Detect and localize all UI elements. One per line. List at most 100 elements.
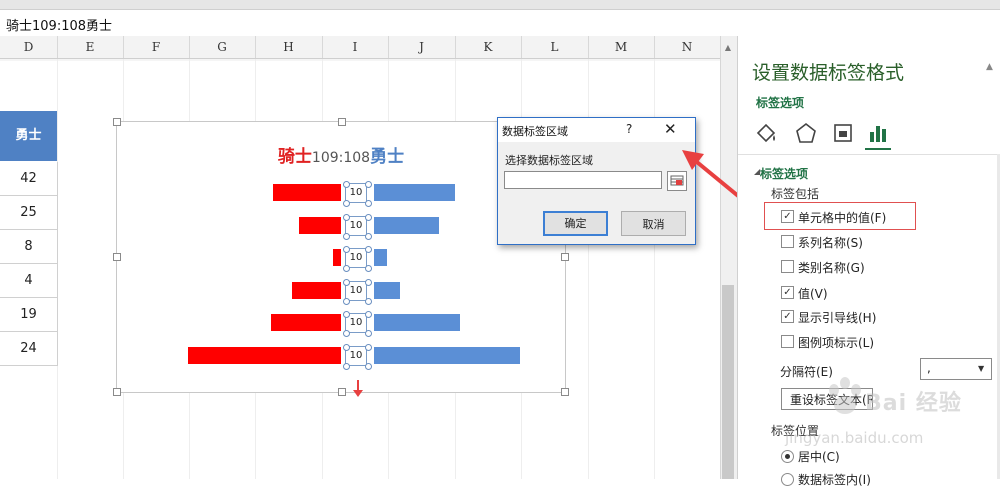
label-handle[interactable]	[365, 278, 372, 286]
bar-left-series[interactable]	[291, 281, 341, 299]
data-cell[interactable]: 25	[0, 196, 58, 230]
label-handle[interactable]	[343, 213, 350, 221]
column-header-row: D E F G H I J K L M N	[0, 36, 721, 59]
label-handle[interactable]	[343, 363, 350, 370]
close-icon[interactable]: ✕	[664, 120, 677, 138]
checkbox[interactable]	[781, 235, 794, 248]
data-cell[interactable]: 42	[0, 162, 58, 196]
label-handle[interactable]	[365, 297, 372, 305]
label-handle[interactable]	[365, 311, 372, 319]
label-handle[interactable]	[365, 265, 372, 273]
dialog-titlebar[interactable]: 数据标签区域 ? ✕	[498, 118, 695, 142]
bar-right-series[interactable]	[374, 184, 455, 201]
label-handle[interactable]	[365, 200, 372, 207]
label-handle[interactable]	[343, 297, 350, 305]
label-handle[interactable]	[343, 265, 350, 273]
resize-handle[interactable]	[338, 388, 346, 396]
bar-right-series[interactable]	[374, 314, 460, 332]
label-handle[interactable]	[343, 232, 350, 240]
resize-handle[interactable]	[561, 253, 569, 261]
separator-value: ,	[927, 361, 931, 375]
column-header-f[interactable]: F	[123, 36, 190, 58]
help-icon[interactable]: ?	[626, 122, 632, 136]
label-handle[interactable]	[365, 330, 372, 338]
data-cell[interactable]: 8	[0, 230, 58, 264]
resize-handle[interactable]	[113, 388, 121, 396]
label-options-tab[interactable]: 标签选项	[756, 94, 804, 111]
grid-row-line	[0, 59, 720, 61]
ok-button[interactable]: 确定	[543, 211, 608, 236]
resize-handle[interactable]	[561, 388, 569, 396]
column-header-k[interactable]: K	[455, 36, 522, 58]
pane-title: 设置数据标签格式	[752, 62, 905, 84]
column-header-l[interactable]: L	[521, 36, 589, 58]
option-label: 值(V)	[798, 287, 828, 301]
checkbox[interactable]	[781, 335, 794, 348]
formula-content[interactable]: 骑士109:108勇士	[6, 15, 112, 34]
option-label: 显示引导线(H)	[798, 311, 877, 325]
fill-line-icon[interactable]	[753, 120, 779, 146]
resize-handle[interactable]	[113, 253, 121, 261]
resize-handle[interactable]	[338, 118, 346, 126]
chevron-down-icon: ▼	[978, 364, 985, 373]
column-header-m[interactable]: M	[588, 36, 655, 58]
watermark-url: jingyan.baidu.com	[785, 429, 924, 447]
size-properties-icon[interactable]	[830, 120, 856, 146]
effects-icon[interactable]	[793, 120, 819, 146]
active-tab-indicator	[865, 148, 891, 150]
label-handle[interactable]	[343, 330, 350, 338]
data-cell[interactable]: 24	[0, 332, 58, 366]
label-handle[interactable]	[343, 344, 350, 351]
header-cell-warriors[interactable]: 勇士	[0, 111, 57, 161]
bar-right-series[interactable]	[374, 216, 439, 234]
checkbox[interactable]: ✓	[781, 210, 794, 223]
bar-left-series[interactable]	[333, 249, 341, 267]
checkbox[interactable]	[781, 260, 794, 273]
bar-right-series[interactable]	[374, 249, 387, 267]
label-handle[interactable]	[343, 181, 350, 188]
checkbox[interactable]: ✓	[781, 286, 794, 299]
data-cell[interactable]: 4	[0, 264, 58, 298]
data-cell[interactable]: 19	[0, 298, 58, 332]
label-handle[interactable]	[343, 278, 350, 286]
column-header-d[interactable]: D	[0, 36, 58, 58]
option-label: 类别名称(G)	[798, 261, 865, 275]
resize-handle[interactable]	[113, 118, 121, 126]
checkbox[interactable]: ✓	[781, 310, 794, 323]
label-handle[interactable]	[343, 200, 350, 207]
chart-title-left: 骑士	[277, 147, 312, 167]
option-label: 单元格中的值(F)	[798, 211, 887, 225]
scroll-up-icon[interactable]: ▲	[722, 42, 734, 54]
bar-left-series[interactable]	[273, 184, 341, 201]
label-handle[interactable]	[365, 344, 372, 351]
label-options-icon[interactable]	[866, 120, 892, 146]
column-header-j[interactable]: J	[388, 36, 456, 58]
label-handle[interactable]	[365, 363, 372, 370]
label-range-input[interactable]	[504, 171, 662, 189]
bar-right-series[interactable]	[374, 347, 520, 364]
column-header-e[interactable]: E	[57, 36, 124, 58]
bar-left-series[interactable]	[270, 314, 341, 332]
column-header-h[interactable]: H	[255, 36, 323, 58]
bar-left-series[interactable]	[299, 216, 341, 234]
pane-options-icon[interactable]: ▲	[986, 62, 993, 72]
watermark: Bai 经验 jingyan.baidu.com	[785, 375, 1000, 455]
baidu-paw-logo	[829, 377, 861, 414]
column-header-i[interactable]: I	[322, 36, 389, 58]
label-handle[interactable]	[365, 213, 372, 221]
chart-title-score: 109:108	[311, 150, 371, 166]
scrollbar-thumb[interactable]	[722, 285, 734, 479]
section-header[interactable]: 标签选项	[760, 165, 808, 182]
bar-left-series[interactable]	[187, 347, 341, 364]
chart-title-right: 勇士	[370, 147, 405, 167]
column-header-n[interactable]: N	[654, 36, 721, 58]
radio-label: 数据标签内(I)	[798, 473, 871, 487]
bar-right-series[interactable]	[374, 281, 400, 299]
label-handle[interactable]	[365, 246, 372, 254]
radio-inside-end[interactable]	[781, 473, 794, 486]
label-handle[interactable]	[365, 232, 372, 240]
column-header-g[interactable]: G	[189, 36, 256, 58]
dialog-prompt: 选择数据标签区域	[505, 154, 593, 167]
data-label-range-dialog: 数据标签区域 ? ✕ 选择数据标签区域 确定 取消	[497, 117, 696, 245]
label-handle[interactable]	[365, 181, 372, 188]
